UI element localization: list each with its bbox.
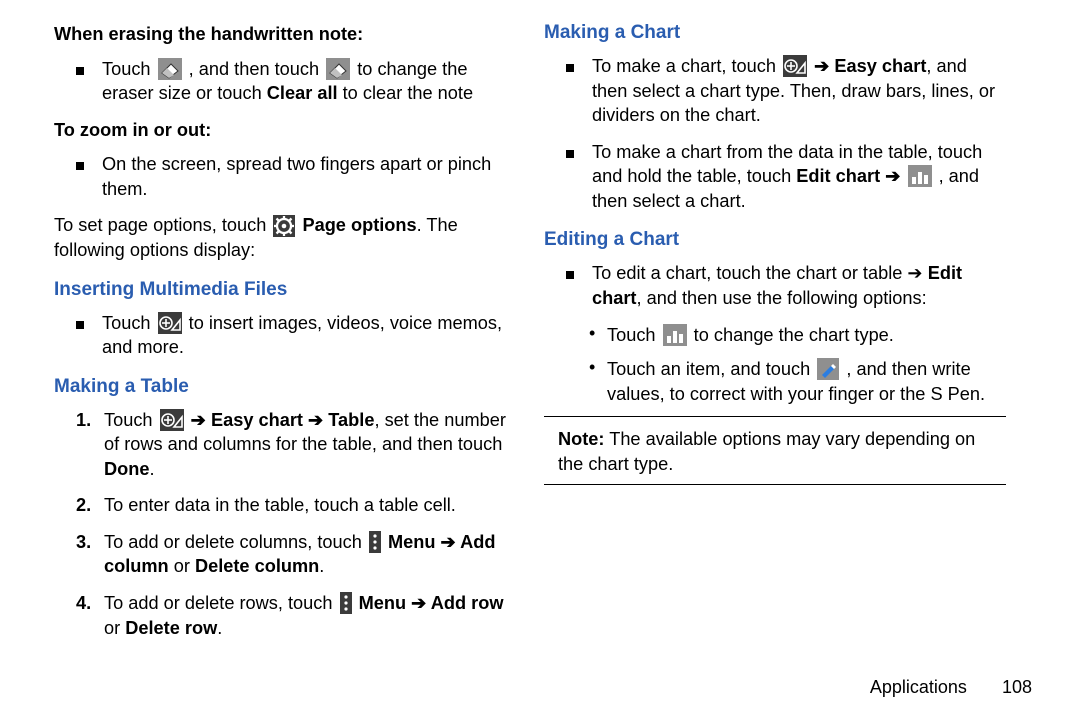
bullet-multimedia: Touch to insert images, videos, voice me… <box>76 311 516 360</box>
txt: To add or delete rows, touch <box>104 593 338 613</box>
txt: or <box>104 618 125 638</box>
step-3-text: To add or delete columns, touch Menu ➔ A… <box>104 530 516 579</box>
menu-addrow: Menu ➔ Add row <box>359 593 504 613</box>
step-4-text: To add or delete rows, touch Menu ➔ Add … <box>104 591 516 640</box>
heading-erase: When erasing the handwritten note: <box>54 22 516 47</box>
txt: . <box>319 556 324 576</box>
step-num: 1. <box>76 408 104 482</box>
page-options-para: To set page options, touch Page options.… <box>54 213 516 262</box>
easy-chart-table: Easy chart ➔ Table <box>211 410 375 430</box>
bullet-mm-text: Touch to insert images, videos, voice me… <box>102 311 516 360</box>
done-label: Done <box>104 459 149 479</box>
bullet-zoom-text: On the screen, spread two fingers apart … <box>102 152 516 201</box>
note-text: The available options may vary depending… <box>558 429 975 474</box>
txt: To set page options, touch <box>54 215 271 235</box>
txt: To make a chart, touch <box>592 56 781 76</box>
eraser-icon <box>326 58 350 80</box>
dot-marker: • <box>589 357 607 406</box>
menu-icon <box>340 592 352 614</box>
txt: to clear the note <box>343 83 473 103</box>
eraser-icon <box>158 58 182 80</box>
sub1-text: Touch to change the chart type. <box>607 323 1006 348</box>
txt: To add or delete columns, touch <box>104 532 367 552</box>
sub-bullet-1: • Touch to change the chart type. <box>589 323 1006 348</box>
bullet-zoom: On the screen, spread two fingers apart … <box>76 152 516 201</box>
chart-type-icon <box>908 165 932 187</box>
heading-zoom: To zoom in or out: <box>54 118 516 143</box>
heading-multimedia: Inserting Multimedia Files <box>54 279 516 301</box>
bullet-marker <box>566 54 592 128</box>
arrow: ➔ <box>191 410 211 430</box>
txt: Touch <box>102 59 156 79</box>
divider <box>544 484 1006 485</box>
bullet-makechart-2: To make a chart from the data in the tab… <box>566 140 1006 214</box>
step-num: 3. <box>76 530 104 579</box>
sub-bullet-2: • Touch an item, and touch , and then wr… <box>589 357 1006 406</box>
txt: . <box>149 459 154 479</box>
txt: Touch an item, and touch <box>607 359 815 379</box>
gear-icon <box>273 215 295 237</box>
txt: , and then use the following options: <box>636 288 926 308</box>
txt: Touch <box>104 410 158 430</box>
bullet-marker <box>566 140 592 214</box>
txt: to change the chart type. <box>694 325 894 345</box>
txt: or <box>169 556 195 576</box>
edit-chart-arrow: Edit chart ➔ <box>796 166 905 186</box>
manual-page: When erasing the handwritten note: Touch… <box>0 0 1080 720</box>
footer-page-number: 108 <box>1002 677 1032 697</box>
bullet-marker <box>76 311 102 360</box>
chart-type-icon <box>663 324 687 346</box>
txt: To edit a chart, touch the chart or tabl… <box>592 263 928 283</box>
arrow: ➔ <box>814 56 834 76</box>
bullet-erase-text: Touch , and then touch to change the era… <box>102 57 516 106</box>
heading-making-chart: Making a Chart <box>544 22 1006 44</box>
note-label: Note: <box>558 429 604 449</box>
mc2-text: To make a chart from the data in the tab… <box>592 140 1006 214</box>
bullet-editchart-lead: To edit a chart, touch the chart or tabl… <box>566 261 1006 310</box>
bullet-marker <box>76 152 102 201</box>
dot-marker: • <box>589 323 607 348</box>
insert-plus-icon <box>160 409 184 431</box>
bullet-marker <box>76 57 102 106</box>
step-1: 1. Touch ➔ Easy chart ➔ Table, set the n… <box>76 408 516 482</box>
txt: , and then touch <box>189 59 325 79</box>
note-block: Note: The available options may vary dep… <box>558 427 992 476</box>
insert-plus-icon <box>158 312 182 334</box>
heading-editing-chart: Editing a Chart <box>544 229 1006 251</box>
insert-plus-icon <box>783 55 807 77</box>
bullet-makechart-1: To make a chart, touch ➔ Easy chart, and… <box>566 54 1006 128</box>
step-2: 2. To enter data in the table, touch a t… <box>76 493 516 518</box>
step-3: 3. To add or delete columns, touch Menu … <box>76 530 516 579</box>
delete-row: Delete row <box>125 618 217 638</box>
txt: Touch <box>607 325 661 345</box>
left-column: When erasing the handwritten note: Touch… <box>40 20 530 708</box>
bullet-erase: Touch , and then touch to change the era… <box>76 57 516 106</box>
delete-column: Delete column <box>195 556 319 576</box>
txt: Touch <box>102 313 156 333</box>
heading-table: Making a Table <box>54 376 516 398</box>
divider <box>544 416 1006 417</box>
page-options-label: Page options <box>302 215 416 235</box>
page-footer: Applications 108 <box>870 677 1032 698</box>
step-4: 4. To add or delete rows, touch Menu ➔ A… <box>76 591 516 640</box>
footer-section: Applications <box>870 677 967 697</box>
clear-all-label: Clear all <box>267 83 338 103</box>
mc1-text: To make a chart, touch ➔ Easy chart, and… <box>592 54 1006 128</box>
pen-icon <box>817 358 839 380</box>
step-num: 2. <box>76 493 104 518</box>
right-column: Making a Chart To make a chart, touch ➔ … <box>530 20 1020 708</box>
ec-lead-text: To edit a chart, touch the chart or tabl… <box>592 261 1006 310</box>
txt: . <box>217 618 222 638</box>
menu-icon <box>369 531 381 553</box>
sub2-text: Touch an item, and touch , and then writ… <box>607 357 1006 406</box>
step-2-text: To enter data in the table, touch a tabl… <box>104 493 516 518</box>
step-num: 4. <box>76 591 104 640</box>
step-1-text: Touch ➔ Easy chart ➔ Table, set the numb… <box>104 408 516 482</box>
bullet-marker <box>566 261 592 310</box>
easy-chart: Easy chart <box>834 56 926 76</box>
